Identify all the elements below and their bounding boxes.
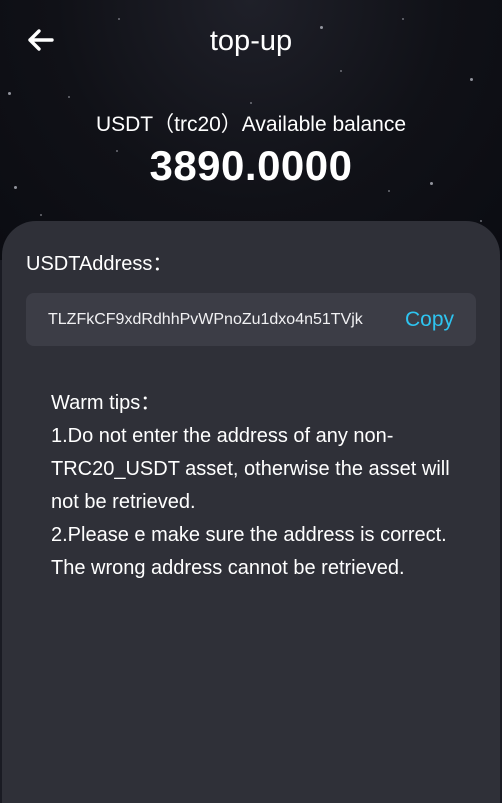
star-decoration bbox=[480, 220, 482, 222]
star-decoration bbox=[388, 190, 390, 192]
star-decoration bbox=[40, 214, 42, 216]
address-box: TLZFkCF9xdRdhhPvWPnoZu1dxo4n51TVjk Copy bbox=[26, 293, 476, 346]
back-button[interactable] bbox=[22, 24, 58, 60]
star-decoration bbox=[340, 70, 342, 72]
arrow-left-icon bbox=[26, 28, 54, 57]
page-title: top-up bbox=[209, 25, 293, 57]
balance-label: USDT（trc20）Available balance bbox=[95, 113, 407, 136]
top-bar: top-up bbox=[0, 18, 502, 64]
star-decoration bbox=[68, 96, 70, 98]
tips-line-1: 1.Do not enter the address of any non-TR… bbox=[51, 425, 450, 513]
address-panel: USDTAddress： TLZFkCF9xdRdhhPvWPnoZu1dxo4… bbox=[2, 221, 500, 803]
tips-line-2: 2.Please e make sure the address is corr… bbox=[51, 524, 447, 579]
star-decoration bbox=[470, 78, 473, 81]
tips-heading: Warm tips： bbox=[51, 392, 161, 414]
star-decoration bbox=[8, 92, 11, 95]
balance-value: 3890.0000 bbox=[149, 142, 353, 189]
address-label: USDTAddress： bbox=[26, 253, 173, 275]
star-decoration bbox=[250, 102, 252, 104]
warm-tips: Warm tips： 1.Do not enter the address of… bbox=[51, 387, 451, 585]
copy-button[interactable]: Copy bbox=[405, 293, 454, 346]
wallet-address[interactable]: TLZFkCF9xdRdhhPvWPnoZu1dxo4n51TVjk bbox=[48, 293, 363, 346]
